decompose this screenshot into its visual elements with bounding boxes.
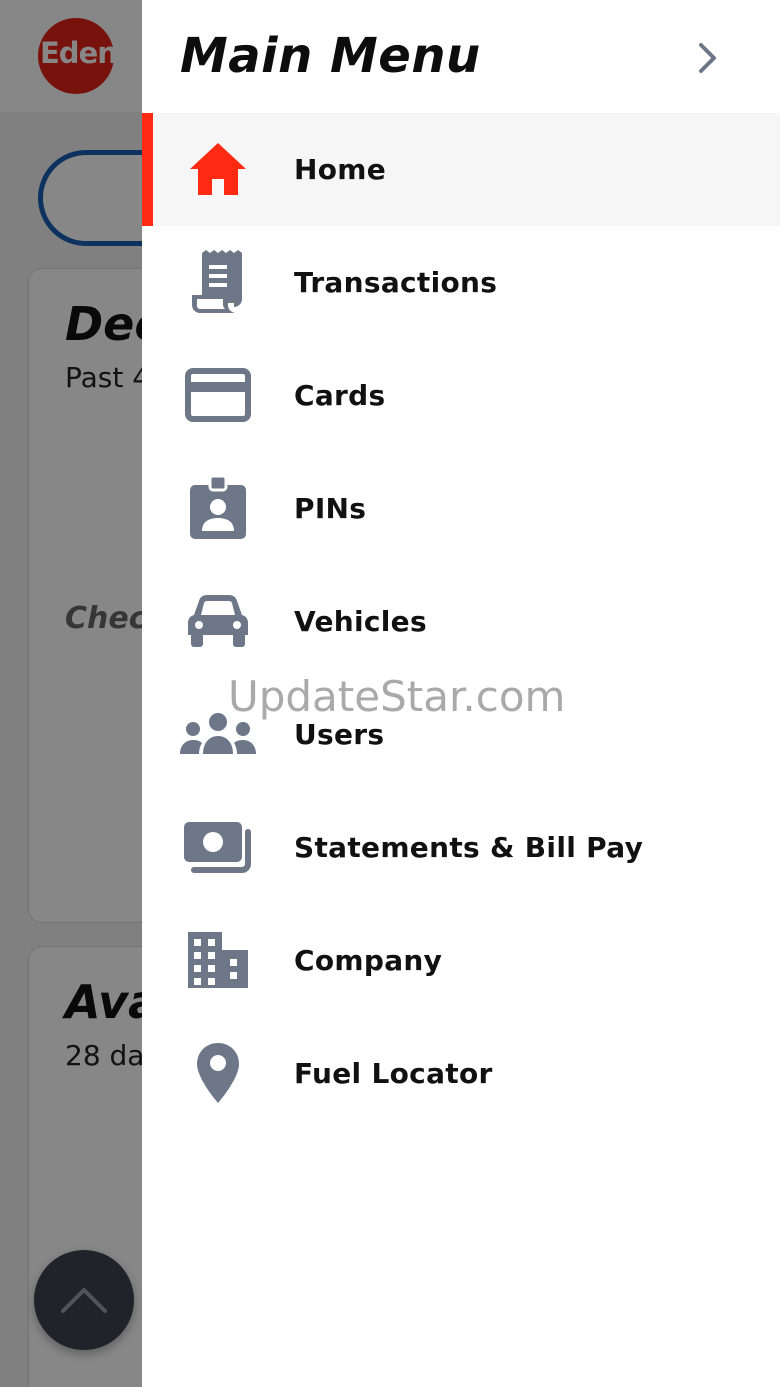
main-menu-drawer: Main Menu Home Transactions Cards PINs V… [142,0,780,1387]
menu-item-company[interactable]: Company [142,904,780,1017]
receipt-icon [178,248,258,316]
bill-icon [178,813,258,881]
menu-item-label: Users [294,718,385,751]
menu-item-label: Vehicles [294,605,427,638]
building-icon [178,926,258,994]
menu-item-label: Home [294,153,387,186]
menu-list: Home Transactions Cards PINs Vehicles Us… [142,113,780,1130]
menu-item-statements-bill-pay[interactable]: Statements & Bill Pay [142,791,780,904]
chevron-right-icon [699,43,716,73]
menu-item-cards[interactable]: Cards [142,339,780,452]
map-pin-icon [178,1039,258,1107]
menu-item-label: Cards [294,379,386,412]
menu-item-transactions[interactable]: Transactions [142,226,780,339]
close-drawer-button[interactable] [688,36,728,80]
home-icon [178,135,258,203]
users-icon [178,700,258,768]
menu-item-fuel-locator[interactable]: Fuel Locator [142,1017,780,1130]
menu-item-pins[interactable]: PINs [142,452,780,565]
credit-card-icon [178,361,258,429]
menu-item-label: Fuel Locator [294,1057,493,1090]
app-root: Edenre Dec Past 4 Chec Ava 28 day Main M… [0,0,780,1387]
menu-item-users[interactable]: Users [142,678,780,791]
menu-item-label: Transactions [294,266,498,299]
menu-item-vehicles[interactable]: Vehicles [142,565,780,678]
menu-item-label: Statements & Bill Pay [294,831,644,864]
drawer-title: Main Menu [180,28,481,84]
car-icon [178,587,258,655]
drawer-header: Main Menu [142,0,780,113]
menu-item-home[interactable]: Home [142,113,780,226]
menu-item-label: PINs [294,492,367,525]
menu-item-label: Company [294,944,443,977]
badge-icon [178,474,258,542]
